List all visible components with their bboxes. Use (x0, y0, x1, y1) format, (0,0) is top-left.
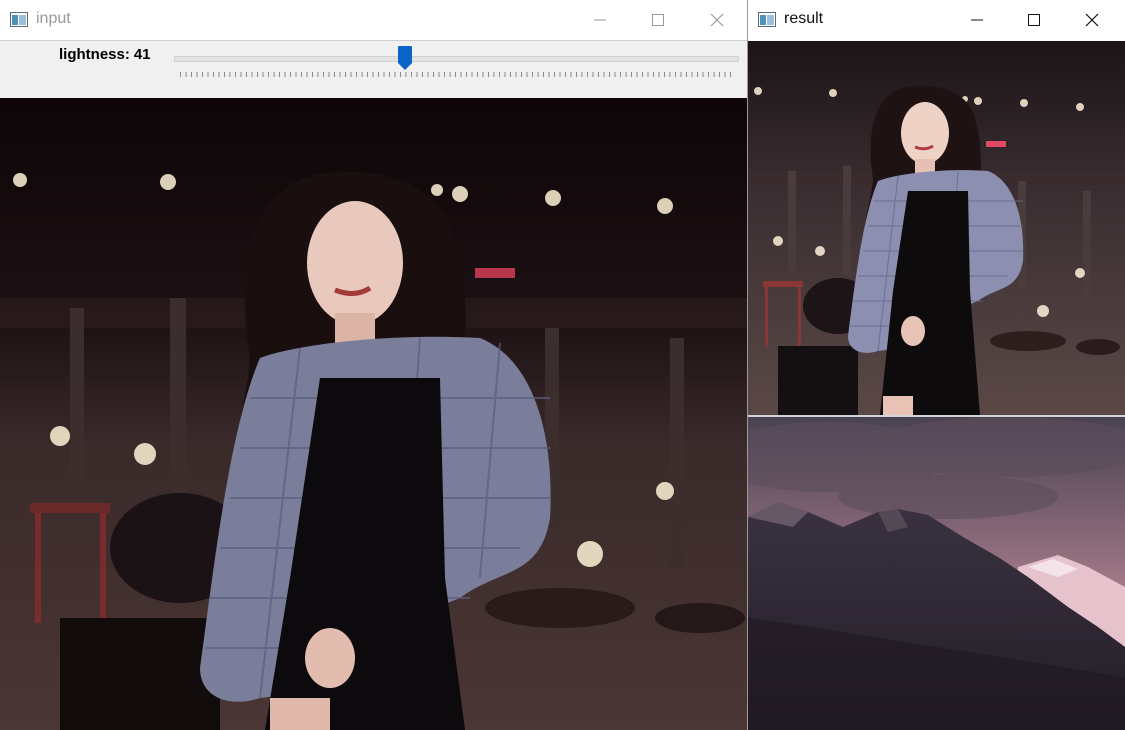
trackbar-name: lightness: (59, 46, 130, 63)
result-window: result (748, 0, 1125, 730)
close-button[interactable] (1069, 0, 1115, 40)
input-titlebar[interactable]: input (0, 0, 747, 40)
close-button[interactable] (694, 0, 740, 40)
opencv-window-icon (10, 12, 28, 27)
result-image-top (748, 41, 1125, 415)
result-photo-mountain (748, 417, 1125, 730)
result-image-bottom (748, 417, 1125, 730)
maximize-icon (1028, 14, 1040, 26)
maximize-button[interactable] (1011, 0, 1057, 40)
trackbar-panel: lightness: 41 (0, 40, 747, 99)
result-window-title: result (784, 10, 824, 27)
trackbar-value: 41 (133, 46, 151, 63)
input-photo (0, 98, 747, 730)
slider-tick-marks (180, 72, 731, 77)
minimize-icon (971, 19, 983, 21)
minimize-icon (594, 19, 606, 21)
opencv-window-icon (758, 12, 776, 27)
lightness-slider-track[interactable] (174, 56, 739, 62)
minimize-button[interactable] (954, 0, 1000, 40)
input-window: input lightness: 41 (0, 0, 748, 730)
minimize-button[interactable] (577, 0, 623, 40)
result-photo-woman (748, 41, 1125, 415)
input-window-title: input (36, 10, 71, 27)
maximize-icon (652, 14, 664, 26)
lightness-slider-thumb[interactable] (397, 46, 412, 70)
result-titlebar[interactable]: result (748, 0, 1125, 40)
input-image (0, 98, 747, 730)
close-icon (1085, 13, 1099, 27)
maximize-button[interactable] (635, 0, 681, 40)
trackbar-label: lightness: 41 (59, 46, 151, 63)
close-icon (710, 13, 724, 27)
